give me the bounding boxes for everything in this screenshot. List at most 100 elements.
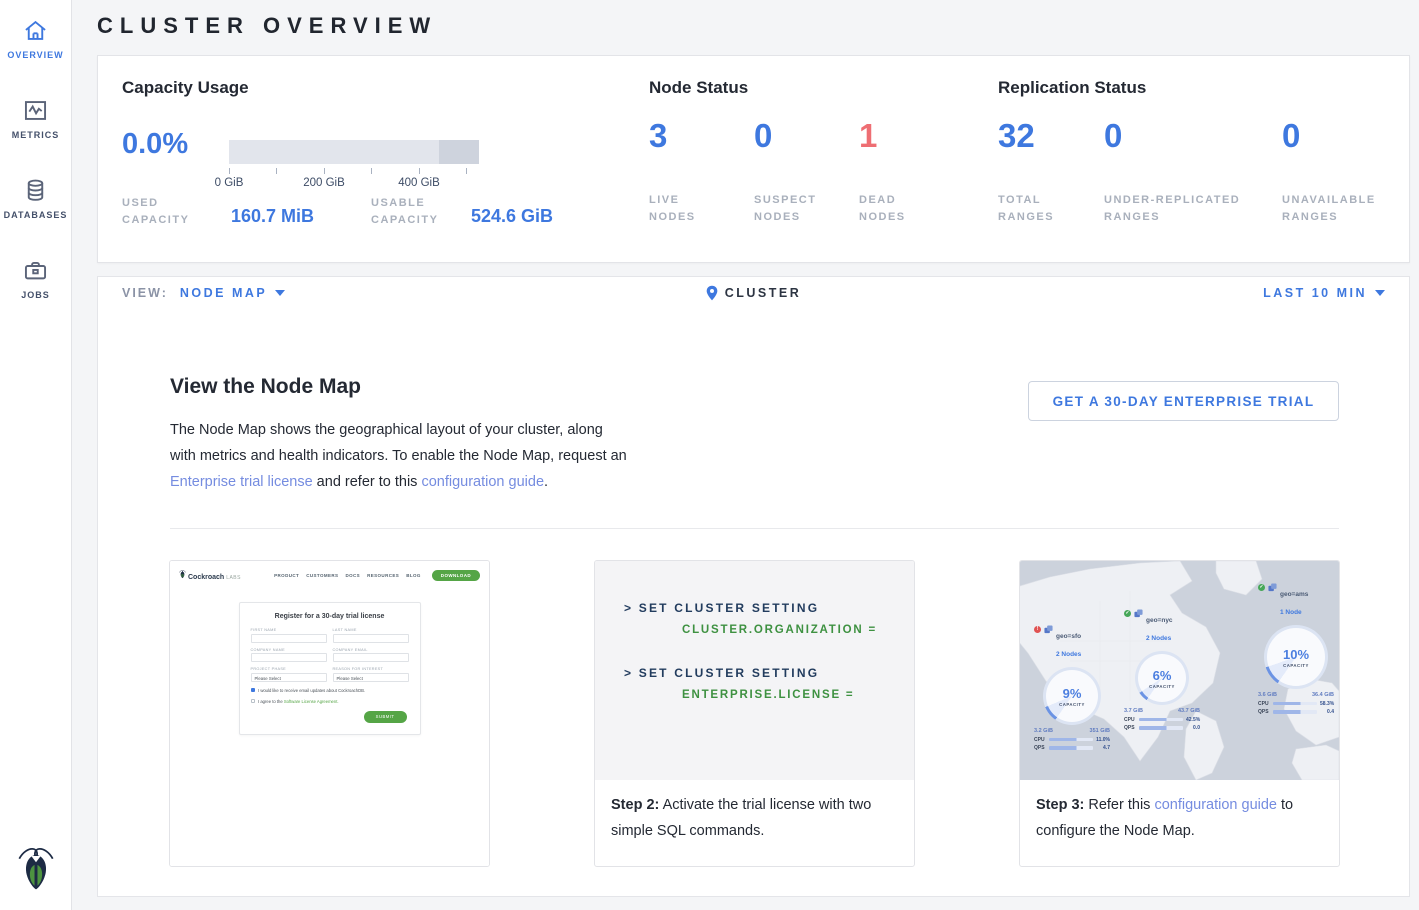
node-map-description: The Node Map shows the geographical layo… [170,417,632,495]
region-node-count: 2 Nodes [1056,651,1081,658]
qps-value: 0.0 [1186,725,1200,731]
cpu-value: 11.0% [1096,737,1110,743]
cpu-bar [1049,738,1093,742]
axis-tick [466,168,467,174]
cluster-summary-card: Capacity Usage 0.0% 0 GiB 200 GiB 400 Gi… [97,55,1410,263]
capacity-label: CAPACITY [1059,702,1085,707]
axis-tick [229,168,230,174]
qps-label: QPS [1124,725,1136,731]
mini-cockroach-labs-logo: Cockroach LABS [179,569,241,581]
time-range-dropdown[interactable]: LAST 10 MIN [1263,286,1385,300]
under-replicated-ranges-value: 0 [1104,117,1122,155]
axis-tick-label: 0 GiB [199,177,259,189]
mini-select: Please Select [333,673,409,682]
capacity-percent: 10% [1283,647,1309,662]
mini-logo-text: Cockroach [188,574,224,581]
used-capacity-label: USED CAPACITY [122,195,207,229]
live-nodes-label: LIVE NODES [649,192,724,226]
configuration-guide-link[interactable]: configuration guide [1154,797,1277,813]
mini-logo-suffix: LABS [226,575,241,581]
description-text: The Node Map shows the geographical layo… [170,422,627,464]
databases-icon [22,177,49,204]
mini-register-form: Register for a 30-day trial license FIRS… [239,602,421,735]
qps-label: QPS [1258,709,1270,715]
sidebar-item-overview[interactable]: OVERVIEW [7,17,63,80]
mini-checkbox-label: I would like to receive email updates ab… [258,688,365,693]
used-capacity-value: 160.7 MiB [231,206,314,227]
caption-text: Refer this [1084,797,1154,813]
mini-text-input [333,634,409,643]
qps-value: 0.4 [1320,709,1334,715]
location-pin-icon [706,285,718,301]
mini-select: Please Select [251,673,327,682]
live-nodes-value: 3 [649,117,667,155]
total-ranges-label: TOTAL RANGES [998,192,1073,226]
nodes-cube-icon [1044,625,1053,634]
alert-status-icon: ! [1034,626,1041,633]
region-name: geo=nyc [1146,617,1173,624]
sidebar-item-label: METRICS [12,130,60,140]
total-capacity: 36.4 GiB [1312,692,1334,698]
mini-text-input [251,634,327,643]
view-label: VIEW: [122,286,168,300]
region-node-count: 1 Node [1280,609,1302,616]
node-map-region-ams: ✓ geo=ams1 Node 10%CAPACITY 3.6 GiB36.4 … [1258,583,1334,715]
used-capacity: 3.7 GiB [1124,708,1143,714]
step-2-card: > SET CLUSTER SETTING CLUSTER.ORGANIZATI… [594,560,915,867]
capacity-gauge: 10%CAPACITY [1264,625,1328,689]
jobs-icon [22,257,49,284]
nodes-cube-icon [1268,583,1277,592]
sidebar-item-metrics[interactable]: METRICS [12,97,60,160]
mini-site-header: Cockroach LABS PRODUCT CUSTOMERS DOCS RE… [170,561,489,581]
capacity-usage-title: Capacity Usage [122,78,249,98]
total-ranges-value: 32 [998,117,1035,155]
enterprise-trial-button[interactable]: GET A 30-DAY ENTERPRISE TRIAL [1028,381,1339,421]
breadcrumb-cluster-label: CLUSTER [725,286,802,300]
metrics-icon [22,97,49,124]
cpu-value: 42.5% [1186,717,1200,723]
axis-tick [371,168,372,174]
dead-nodes-label: DEAD NODES [859,192,934,226]
mini-field-label: FIRST NAME [251,628,327,632]
time-range-value: LAST 10 MIN [1263,286,1367,300]
cockroachdb-roach-icon [179,569,186,579]
mini-download-button: DOWNLOAD [432,570,480,581]
cpu-bar [1139,718,1183,722]
mini-form-title: Register for a 30-day trial license [251,613,409,620]
sidebar-item-databases[interactable]: DATABASES [4,177,68,240]
mini-checkbox-row: I would like to receive email updates ab… [251,688,409,693]
trial-license-site-preview: Cockroach LABS PRODUCT CUSTOMERS DOCS RE… [170,561,489,866]
mini-field-label: LAST NAME [333,628,409,632]
mini-nav-item: RESOURCES [367,573,399,578]
mini-nav-item: BLOG [406,573,421,578]
configuration-guide-link[interactable]: configuration guide [421,474,544,490]
description-text: . [544,474,548,490]
step-1-card: Cockroach LABS PRODUCT CUSTOMERS DOCS RE… [169,560,490,867]
qps-label: QPS [1034,745,1046,751]
healthy-status-icon: ✓ [1258,584,1265,591]
capacity-gauge: 6%CAPACITY [1135,651,1189,705]
under-replicated-ranges-label: UNDER-REPLICATED RANGES [1104,192,1269,226]
section-divider [170,528,1339,529]
mini-checkbox-checked [251,688,256,693]
region-node-count: 2 Nodes [1146,635,1171,642]
axis-tick [324,168,325,174]
axis-tick-label: 200 GiB [294,177,354,189]
breadcrumb[interactable]: CLUSTER [706,285,802,301]
mini-checkbox-label: I agree to the Software License Agreemen… [258,699,339,704]
sql-statement: > SET CLUSTER SETTING ENTERPRISE.LICENSE… [595,666,914,701]
capacity-label: CAPACITY [1283,663,1309,668]
mini-site-nav: PRODUCT CUSTOMERS DOCS RESOURCES BLOG DO… [274,570,480,581]
sql-statement: > SET CLUSTER SETTING CLUSTER.ORGANIZATI… [595,601,914,636]
capacity-percent: 9% [1063,686,1082,701]
sql-commands-preview: > SET CLUSTER SETTING CLUSTER.ORGANIZATI… [595,561,914,780]
capacity-percent: 0.0% [122,128,188,161]
sidebar-item-jobs[interactable]: JOBS [21,257,50,320]
enterprise-trial-license-link[interactable]: Enterprise trial license [170,474,313,490]
view-mode-dropdown[interactable]: NODE MAP [180,286,285,300]
step-1-caption: Step 1: Get a trial license delivered st… [170,866,489,867]
capacity-bar [229,140,479,164]
sql-command-line: > SET CLUSTER SETTING [624,666,914,680]
step-3-caption: Step 3: Refer this configuration guide t… [1020,780,1339,856]
qps-bar [1273,710,1317,714]
